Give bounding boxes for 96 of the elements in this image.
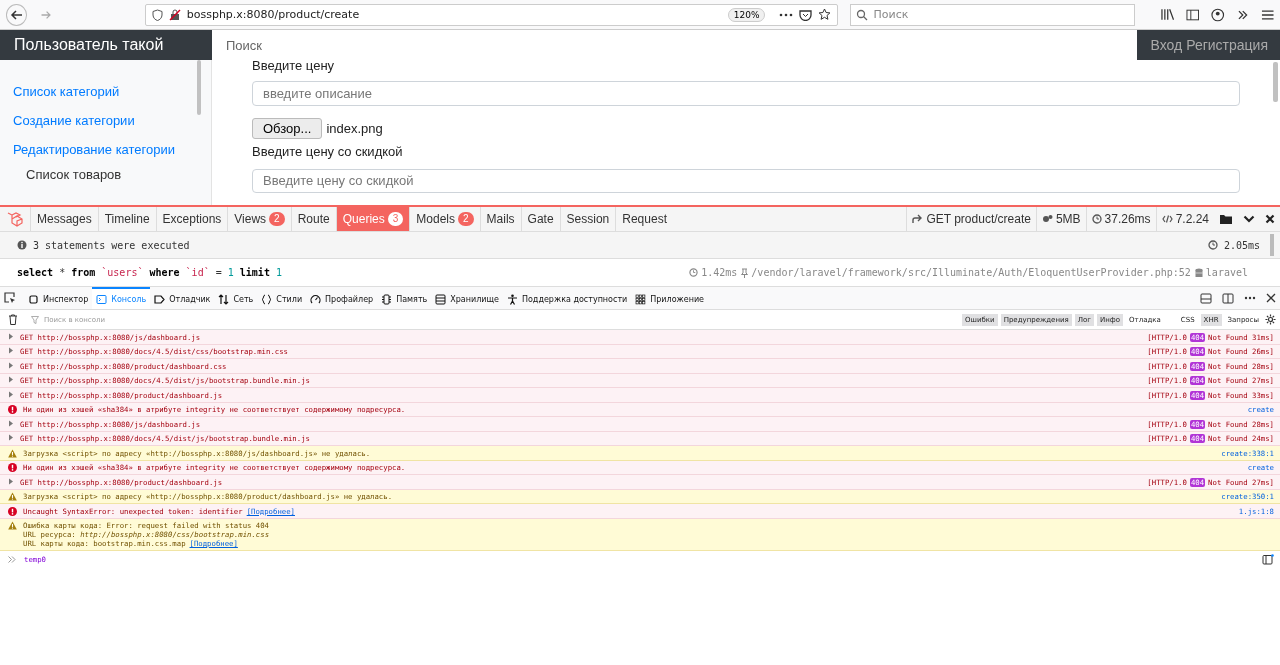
memory-indicator: 5MB <box>1035 207 1086 231</box>
query-source: /vendor/laravel/framework/src/Illuminate/Auth/EloquentUserProvider.php:52 <box>751 267 1191 278</box>
close-icon[interactable] <box>1266 293 1276 303</box>
total-duration: 2.05ms <box>1223 239 1260 251</box>
debugbar-tab[interactable]: Mails <box>479 207 521 231</box>
debugbar-tab[interactable]: Session <box>559 207 616 231</box>
scrollbar-thumb[interactable] <box>197 60 201 115</box>
zoom-badge[interactable]: 120% <box>727 7 766 22</box>
warning-icon <box>8 521 17 530</box>
error-icon <box>8 405 17 414</box>
star-icon[interactable] <box>818 8 832 21</box>
grid-icon <box>635 293 647 305</box>
arrows-icon <box>218 293 230 305</box>
php-version-indicator: 7.2.24 <box>1155 207 1214 231</box>
address-bar[interactable]: bossphp.x:8080/product/create 120% <box>144 3 839 26</box>
devtools-tab[interactable]: Профайлер <box>306 287 378 309</box>
filter-icon <box>31 315 39 324</box>
prompt-chevron-icon <box>8 556 16 563</box>
overflow-icon[interactable] <box>1236 8 1249 21</box>
pocket-icon[interactable] <box>799 8 813 21</box>
chip-icon <box>381 293 393 305</box>
debugbar-tab[interactable]: Timeline <box>97 207 156 231</box>
scrollbar-thumb[interactable] <box>1273 62 1278 102</box>
time-indicator: 37.26ms <box>1085 207 1156 231</box>
search-icon <box>856 8 869 21</box>
discount-price-field[interactable]: Введите цену со скидкой <box>252 168 1240 193</box>
sidebar-link[interactable]: Создание категории <box>13 113 211 128</box>
person-icon <box>506 293 518 305</box>
sidebar-link[interactable]: Редактирование категории <box>13 142 211 157</box>
menu-icon[interactable] <box>1260 8 1274 21</box>
query-connection: laravel <box>1205 267 1248 278</box>
devtools-tab[interactable]: Сеть <box>214 287 258 309</box>
devtools-tab[interactable]: Поддержка доступности <box>502 287 632 309</box>
debugbar-tab[interactable]: Models 2 <box>409 207 480 231</box>
devtools-tab[interactable]: Приложение <box>631 287 709 309</box>
file-name: index.png <box>326 120 383 136</box>
warning-icon <box>8 492 17 501</box>
more-icon[interactable] <box>1244 296 1256 300</box>
rounded-square-icon <box>28 293 39 305</box>
clock-icon <box>1207 240 1218 250</box>
devtools-tab[interactable]: Инспектор <box>24 287 93 309</box>
request-indicator: GET product/create <box>906 207 1036 231</box>
search-field[interactable]: Поиск <box>212 30 1137 60</box>
debugbar-tab[interactable]: Route <box>290 207 336 231</box>
split-console-icon[interactable] <box>1200 292 1212 304</box>
pin-icon <box>741 267 749 278</box>
field-label: Введите цену <box>252 60 336 72</box>
scrollbar-thumb[interactable] <box>1270 234 1274 256</box>
gauge-icon <box>310 293 322 305</box>
expand-arrow-icon[interactable] <box>8 477 14 485</box>
settings-icon[interactable] <box>1265 314 1276 325</box>
description-field[interactable]: введите описание <box>252 81 1240 106</box>
braces-icon <box>261 293 273 305</box>
editor-mode-icon[interactable] <box>1262 554 1274 565</box>
devtools-tab[interactable]: Хранилище <box>431 287 503 309</box>
statements-summary: 3 statements were executed <box>33 239 190 251</box>
devtools-tab[interactable]: Память <box>377 287 432 309</box>
auth-link[interactable]: Вход Регистрация <box>1136 30 1280 60</box>
debugbar-tab[interactable]: Exceptions <box>155 207 228 231</box>
close-icon[interactable] <box>1265 214 1275 224</box>
console-icon <box>96 293 108 305</box>
tag-icon <box>154 293 166 305</box>
debugbar-tab[interactable]: Views 2 <box>227 207 291 231</box>
error-icon <box>8 463 17 472</box>
devtools-tab[interactable]: Стили <box>257 287 307 309</box>
sidebar-heading: Список товаров <box>25 167 123 182</box>
account-icon[interactable] <box>1211 7 1225 22</box>
dock-icon[interactable] <box>1222 292 1234 304</box>
clock-icon <box>689 268 699 277</box>
warning-icon <box>8 448 17 458</box>
shield-icon <box>151 8 163 21</box>
browse-button[interactable]: Обзор... <box>252 117 323 139</box>
folder-icon[interactable] <box>1219 213 1233 225</box>
sql-query: select * from `users` where `id` = 1 limit 1 <box>17 267 282 278</box>
storage-icon <box>435 293 447 305</box>
query-duration: 1.42ms <box>701 267 738 278</box>
element-picker-icon[interactable] <box>4 292 16 304</box>
trash-icon[interactable] <box>8 314 18 325</box>
laravel-logo-icon[interactable] <box>6 210 24 228</box>
devtools-tab[interactable]: Отладчик <box>150 287 215 309</box>
collapse-icon[interactable] <box>1243 214 1255 224</box>
sidebar-link[interactable]: Список категорий <box>13 84 211 99</box>
info-icon <box>17 240 27 250</box>
sidebar-icon[interactable] <box>1186 8 1200 21</box>
database-icon <box>1194 267 1203 278</box>
field-label: Введите цену со скидкой <box>252 146 404 157</box>
debugbar-tab[interactable]: Gate <box>520 207 560 231</box>
url-text: bossphp.x:8080/product/create <box>186 8 361 21</box>
search-field[interactable]: Поиск <box>850 3 1135 26</box>
insecure-lock-icon <box>168 8 181 21</box>
devtools-tab[interactable]: Консоль <box>92 287 151 309</box>
library-icon[interactable] <box>1160 8 1174 21</box>
brand-title[interactable]: Пользователь такой <box>0 30 212 60</box>
error-icon <box>8 506 17 516</box>
debugbar-tab[interactable]: Messages <box>30 207 98 231</box>
debugbar-tab[interactable]: Request <box>615 207 673 231</box>
